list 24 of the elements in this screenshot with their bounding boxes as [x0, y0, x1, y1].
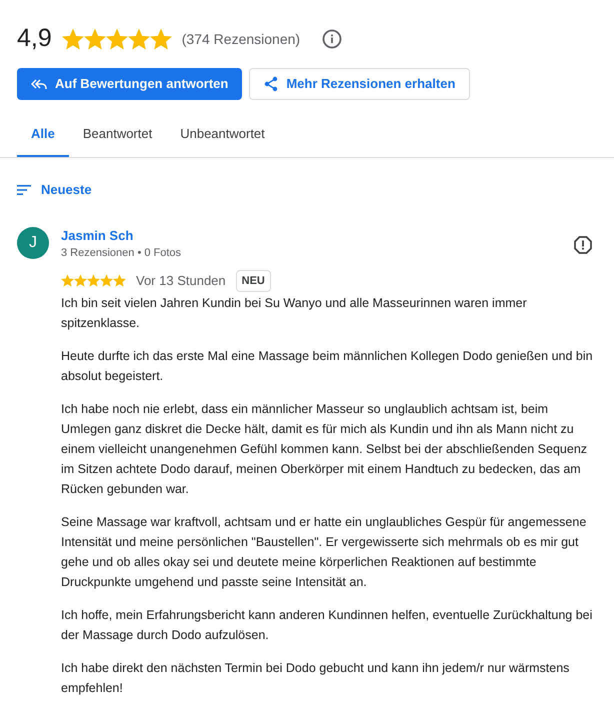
- info-icon[interactable]: [322, 29, 342, 49]
- sort-button[interactable]: Neueste: [17, 180, 92, 200]
- action-button[interactable]: Auf Bewertungen antworten: [17, 68, 242, 100]
- tab[interactable]: Alle: [17, 113, 69, 157]
- avatar: J: [17, 226, 49, 258]
- review-count: (374 Rezensionen): [182, 30, 300, 49]
- author-name[interactable]: Jasmin Sch: [61, 226, 182, 244]
- review-paragraph: Ich habe noch nie erlebt, dass ein männlicher Masseur so unglaublich achtsam ist, beim Umlegen ganz diskret die Decke hält, damit es für mich als Kundin und ihn als Mann nicht zu einem vielleicht unangenehmen Gefühl kommen kann. Selbst bei der abschließenden Sequenz im Sitzen achtete Dodo darauf, meinen Oberkörper mit einem Handtuch zu bedecken, das am Rücken gebunden war.: [61, 401, 588, 498]
- review-paragraph: Ich bin seit vielen Jahren Kundin bei Su Wanyo und alle Masseurinnen waren immer spitzenklasse.: [61, 295, 528, 332]
- reply-all-icon: [31, 78, 47, 90]
- review-paragraph: Ich habe direkt den nächsten Termin bei Dodo gebucht und kann ihn jedem/r nur wärmstens empfehlen!: [61, 660, 570, 697]
- review-paragraph: Heute durfte ich das erste Mal eine Massage beim männlichen Kollegen Dodo genießen und bin absolut begeistert.: [61, 348, 593, 385]
- review-time: Vor 13 Stunden: [136, 272, 226, 290]
- tab[interactable]: Unbeantwortet: [166, 113, 279, 157]
- rating-value: 4,9: [17, 23, 52, 54]
- review-paragraph: Seine Massage war kraftvoll, achtsam und er hatte ein unglaubliches Gespür für angemessene Intensität und meine persönlichen "Baustellen". Er vergewisserte sich mehrmals ob es mir gut gehe und ob alles okay sei und deutete meine körperlichen Reaktionen auf bestimmte Druckpunkte umgehend und passte seine Intensität an.: [61, 514, 588, 591]
- tab[interactable]: Beantwortet: [68, 113, 166, 157]
- action-button[interactable]: Mehr Rezensionen erhalten: [249, 68, 470, 100]
- sort-icon: [17, 184, 31, 195]
- author-meta: 3 Rezensionen • 0 Fotos: [61, 246, 182, 260]
- report-icon[interactable]: [573, 234, 593, 254]
- review-paragraph: Ich hoffe, mein Erfahrungsbericht kann anderen Kundinnen helfen, eventuelle Zurückhaltung bei der Massage durch Dodo aufzulösen.: [61, 607, 593, 644]
- share-icon: [264, 76, 278, 92]
- new-badge: NEU: [236, 270, 271, 292]
